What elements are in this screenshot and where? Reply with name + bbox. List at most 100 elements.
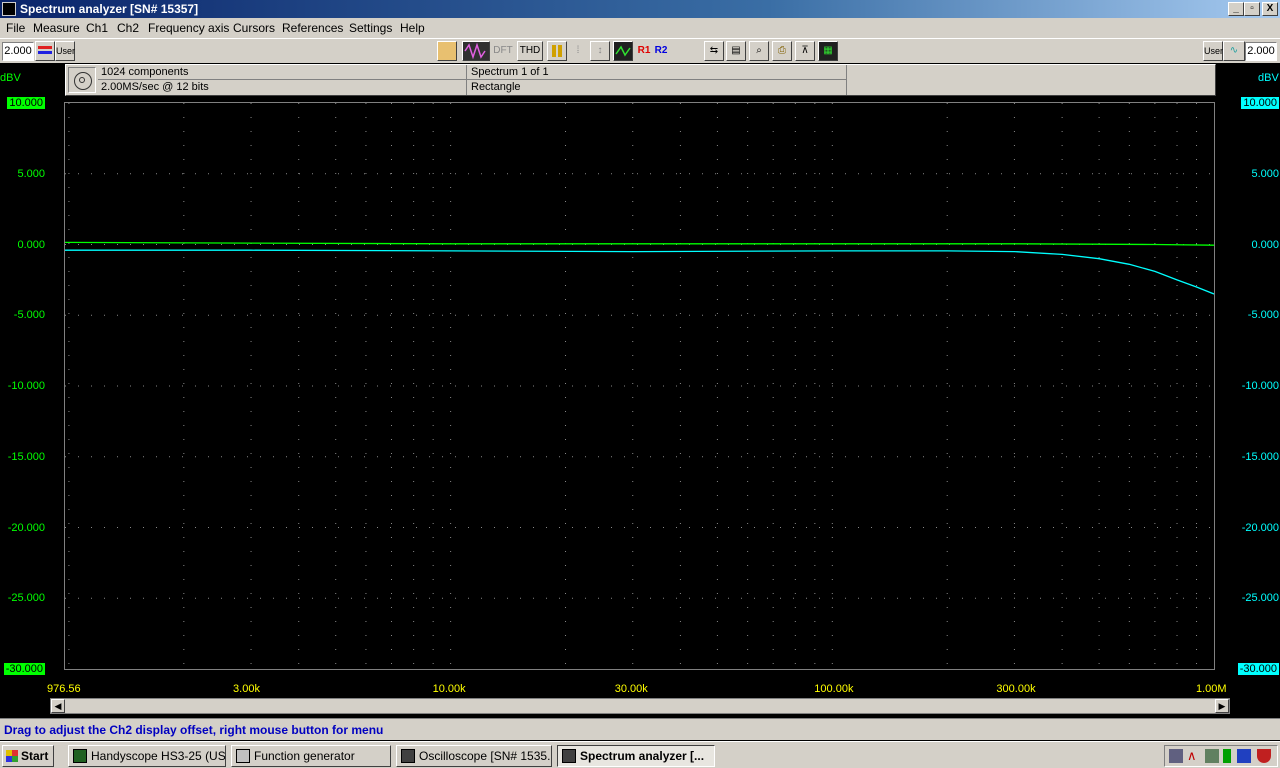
menu-settings[interactable]: Settings xyxy=(349,21,392,35)
x-tick-label: 3.00k xyxy=(233,683,260,695)
horizontal-scrollbar[interactable]: ◀ ▶ xyxy=(50,698,1230,714)
shield-icon[interactable] xyxy=(1257,749,1271,763)
right-unit-label: dBV xyxy=(1258,72,1279,84)
battery-icon[interactable] xyxy=(1223,749,1231,763)
usb-icon[interactable] xyxy=(1205,749,1219,763)
options-icon[interactable]: ⊼ xyxy=(795,41,815,61)
y-tick-label-right: -15.000 xyxy=(1241,450,1279,463)
title-bar: Spectrum analyzer [SN# 15357] _ ▫ X xyxy=(0,0,1280,18)
y-tick-label-right: 5.000 xyxy=(1251,167,1279,180)
single-shot-icon[interactable]: ⁞ xyxy=(568,41,588,61)
y-tick-label-left: -15.000 xyxy=(7,450,45,463)
scroll-right-arrow-icon[interactable]: ▶ xyxy=(1215,699,1229,713)
ch2-user-button[interactable]: User xyxy=(1203,41,1223,61)
waveform-glyph xyxy=(464,42,486,60)
spectrum-chart[interactable] xyxy=(65,103,1214,669)
y-tick-label-right: -25.000 xyxy=(1241,592,1279,605)
menu-ch2[interactable]: Ch2 xyxy=(117,21,139,35)
task-handyscope[interactable]: Handyscope HS3-25 (US... xyxy=(68,745,226,767)
display-glyph xyxy=(615,45,631,57)
zoom-icon[interactable]: ⌕ xyxy=(749,41,769,61)
menu-measure[interactable]: Measure xyxy=(33,21,80,35)
pause-bar-right xyxy=(558,45,562,57)
task-label: Oscilloscope [SN# 1535... xyxy=(419,749,552,763)
spectrum-plot[interactable] xyxy=(64,102,1215,670)
y-tick-label-right: -30.000 xyxy=(1237,663,1279,675)
menu-references[interactable]: References xyxy=(282,21,343,35)
grid-icon[interactable]: ▦ xyxy=(818,41,838,61)
info-divider xyxy=(98,79,846,80)
y-tick-label-left: -25.000 xyxy=(7,592,45,605)
components-info: 1024 components xyxy=(101,66,189,78)
scope-tray-icon[interactable]: ∧ xyxy=(1187,749,1201,763)
menu-cursors[interactable]: Cursors xyxy=(233,21,275,35)
activity-indicator-icon xyxy=(68,67,96,93)
menu-file[interactable]: File xyxy=(6,21,25,35)
oscilloscope-icon xyxy=(401,749,415,763)
window-title: Spectrum analyzer [SN# 15357] xyxy=(20,2,199,16)
display-icon[interactable] xyxy=(613,41,633,61)
save-icon[interactable]: ▤ xyxy=(726,41,746,61)
ch1-user-button[interactable]: User xyxy=(55,41,75,61)
ch1-spectrum-trace[interactable] xyxy=(65,241,1214,246)
display-tray-icon[interactable] xyxy=(1237,749,1251,763)
info-divider xyxy=(466,65,467,95)
handyscope-icon xyxy=(73,749,87,763)
flag-blue-stripe xyxy=(38,51,52,54)
y-tick-label-left: 0.000 xyxy=(17,238,45,251)
start-button[interactable]: Start xyxy=(2,745,54,767)
ch2-color-icon[interactable]: ∿ xyxy=(1223,41,1245,61)
window-function-info: Rectangle xyxy=(471,81,521,93)
flag-red-stripe xyxy=(38,46,52,49)
app-icon xyxy=(2,2,16,16)
pause-icon[interactable] xyxy=(547,41,567,61)
menu-ch1[interactable]: Ch1 xyxy=(86,21,108,35)
ch1-color-icon[interactable] xyxy=(35,41,55,61)
instrument-icon[interactable]: ⇆ xyxy=(704,41,724,61)
network-icon[interactable] xyxy=(1169,749,1183,763)
system-tray: ∧ xyxy=(1164,745,1278,767)
left-unit-label: dBV xyxy=(0,72,21,84)
dft-button[interactable]: DFT xyxy=(491,41,515,61)
y-tick-label-right: 10.000 xyxy=(1241,97,1279,109)
task-spectrum-analyzer[interactable]: Spectrum analyzer [... xyxy=(557,745,715,767)
task-oscilloscope[interactable]: Oscilloscope [SN# 1535... xyxy=(396,745,552,767)
task-label: Function generator xyxy=(254,749,355,763)
task-label: Handyscope HS3-25 (US... xyxy=(91,749,226,763)
y-tick-label-left: -5.000 xyxy=(13,309,45,322)
sample-rate-info: 2.00MS/sec @ 12 bits xyxy=(101,81,209,93)
waveform-icon[interactable] xyxy=(462,41,490,61)
taskbar: Start Handyscope HS3-25 (US... Function … xyxy=(0,741,1280,768)
spectrum-info: Spectrum 1 of 1 xyxy=(471,66,549,78)
trigger-icon[interactable] xyxy=(437,41,457,61)
spectrum-analyzer-icon xyxy=(562,749,576,763)
y-tick-label-left: -10.000 xyxy=(7,380,45,392)
function-generator-icon xyxy=(236,749,250,763)
x-tick-label: 10.00k xyxy=(432,683,466,695)
x-tick-label: 976.56 xyxy=(47,683,81,695)
maximize-button[interactable]: ▫ xyxy=(1244,2,1260,16)
x-tick-label: 100.00k xyxy=(814,683,854,695)
thd-button[interactable]: THD xyxy=(517,41,543,61)
reference-r2-button[interactable]: R2 xyxy=(651,41,671,61)
scroll-left-arrow-icon[interactable]: ◀ xyxy=(51,699,65,713)
print-icon[interactable]: ⎙ xyxy=(772,41,792,61)
status-message: Drag to adjust the Ch2 display offset, r… xyxy=(4,723,384,737)
menu-frequency-axis[interactable]: Frequency axis xyxy=(148,21,229,35)
autoscale-icon[interactable]: ↕ xyxy=(590,41,610,61)
ch1-range-field[interactable]: 2.000 xyxy=(2,42,34,61)
menu-bar: File Measure Ch1 Ch2 Frequency axis Curs… xyxy=(0,18,1280,38)
x-tick-label: 300.00k xyxy=(996,683,1036,695)
menu-help[interactable]: Help xyxy=(400,21,425,35)
close-button[interactable]: X xyxy=(1262,2,1278,16)
task-function-generator[interactable]: Function generator xyxy=(231,745,391,767)
y-tick-label-right: 0.000 xyxy=(1251,238,1279,251)
x-tick-label: 1.00M xyxy=(1196,683,1227,695)
minimize-button[interactable]: _ xyxy=(1228,2,1244,16)
y-tick-label-left: 10.000 xyxy=(7,97,45,109)
pause-bar-left xyxy=(552,45,556,57)
status-bar: Drag to adjust the Ch2 display offset, r… xyxy=(0,718,1280,740)
ch2-spectrum-trace[interactable] xyxy=(65,249,1214,295)
ch2-range-field[interactable]: 2.000 xyxy=(1245,42,1277,61)
task-label: Spectrum analyzer [... xyxy=(580,749,705,763)
